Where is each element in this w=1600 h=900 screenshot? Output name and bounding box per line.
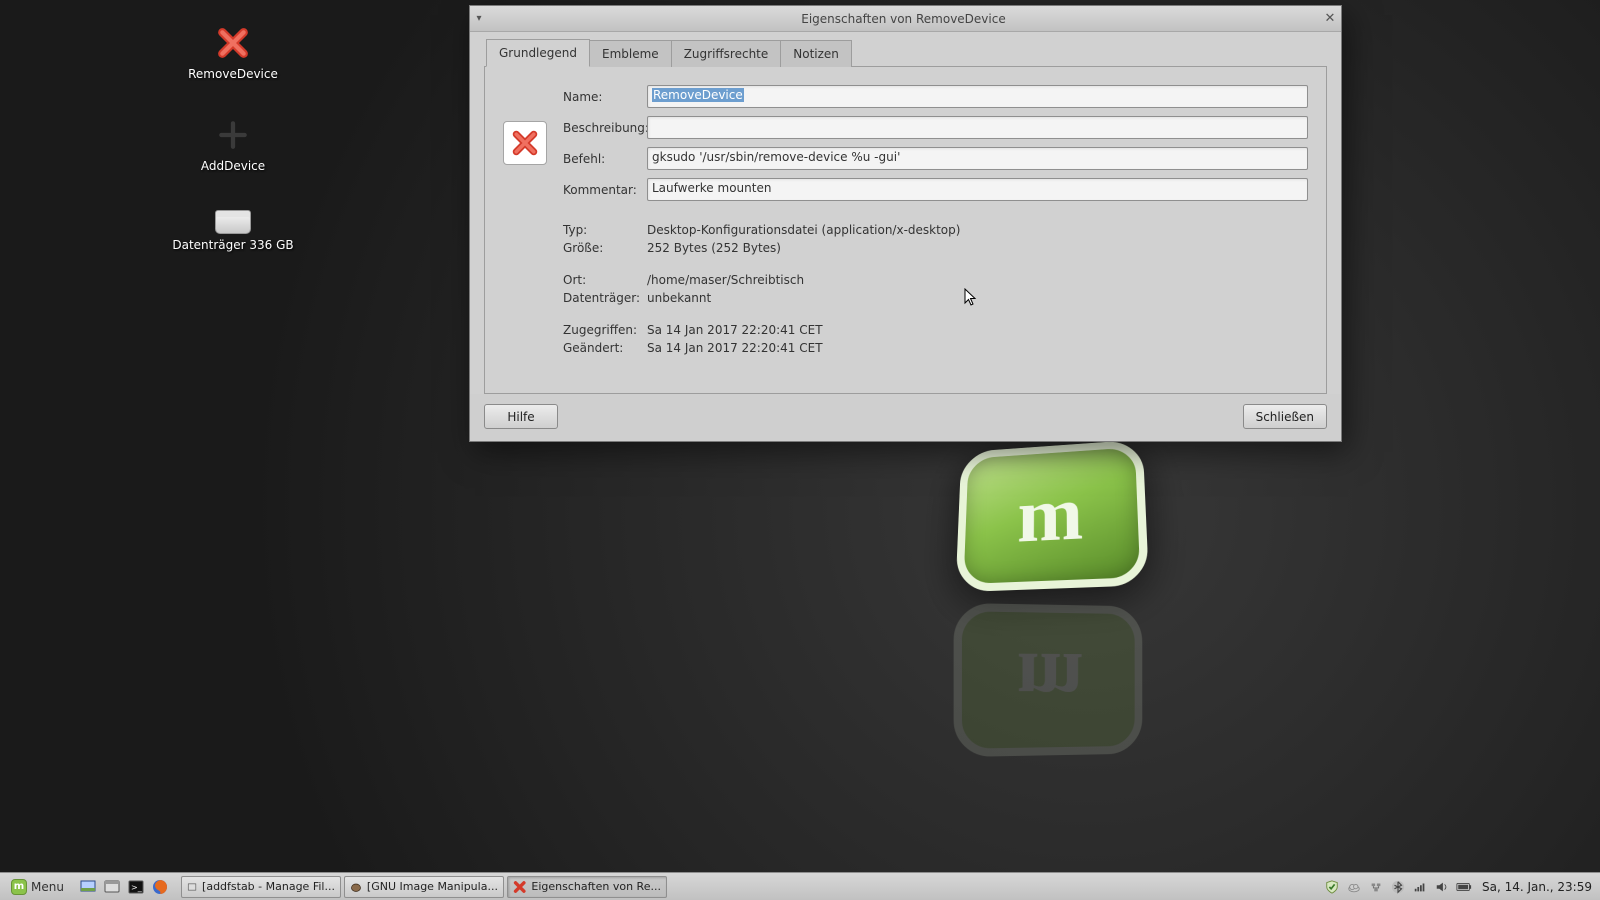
value-accessed: Sa 14 Jan 2017 22:20:41 CET bbox=[647, 323, 823, 337]
tab-basic[interactable]: Grundlegend bbox=[486, 39, 590, 67]
tab-strip: Grundlegend Embleme Zugriffsrechte Notiz… bbox=[486, 38, 1327, 66]
terminal-launcher[interactable]: >_ bbox=[125, 876, 147, 898]
name-input[interactable]: RemoveDevice bbox=[647, 85, 1308, 108]
desktop-icon-removedevice[interactable]: RemoveDevice bbox=[168, 26, 298, 81]
label-command: Befehl: bbox=[563, 152, 647, 166]
desktop-icon-label: RemoveDevice bbox=[188, 67, 278, 81]
titlebar[interactable]: ▾ Eigenschaften von RemoveDevice ✕ bbox=[470, 6, 1341, 32]
mint-logo-icon: m bbox=[11, 879, 27, 895]
value-volume: unbekannt bbox=[647, 291, 711, 305]
tab-content-basic: Name: RemoveDevice Beschreibung: Befehl:… bbox=[484, 66, 1327, 394]
description-input[interactable] bbox=[647, 116, 1308, 139]
comment-input[interactable]: Laufwerke mounten bbox=[647, 178, 1308, 201]
value-size: 252 Bytes (252 Bytes) bbox=[647, 241, 781, 255]
desktop[interactable]: m m RemoveDevice AddDevice Datenträger 3… bbox=[0, 0, 1600, 872]
value-modified: Sa 14 Jan 2017 22:20:41 CET bbox=[647, 341, 823, 355]
label-accessed: Zugegriffen: bbox=[563, 323, 647, 337]
task-list: [addfstab - Manage Fil... [GNU Image Man… bbox=[181, 876, 667, 898]
desktop-icon-label: Datenträger 336 GB bbox=[172, 238, 293, 252]
desktop-icon-drive[interactable]: Datenträger 336 GB bbox=[168, 210, 298, 252]
task-label: [addfstab - Manage Fil... bbox=[202, 880, 335, 893]
remove-icon bbox=[511, 129, 539, 157]
gimp-icon bbox=[350, 880, 362, 894]
label-modified: Geändert: bbox=[563, 341, 647, 355]
taskbar: m Menu >_ [addfstab - Manage Fil... [GNU bbox=[0, 872, 1600, 900]
cloud-icon[interactable] bbox=[1346, 879, 1362, 895]
label-size: Größe: bbox=[563, 241, 647, 255]
desktop-icon-label: AddDevice bbox=[201, 159, 265, 173]
help-button[interactable]: Hilfe bbox=[484, 404, 558, 429]
task-addfstab[interactable]: [addfstab - Manage Fil... bbox=[181, 876, 341, 898]
network-icon[interactable] bbox=[1368, 879, 1384, 895]
launcher-icon-button[interactable] bbox=[503, 121, 547, 165]
close-button[interactable]: ✕ bbox=[1319, 11, 1341, 26]
file-manager-launcher[interactable] bbox=[101, 876, 123, 898]
remove-icon bbox=[216, 26, 250, 63]
show-desktop-button[interactable] bbox=[77, 876, 99, 898]
remove-icon bbox=[513, 880, 526, 894]
start-menu-label: Menu bbox=[31, 880, 64, 894]
label-location: Ort: bbox=[563, 273, 647, 287]
start-menu-button[interactable]: m Menu bbox=[4, 876, 71, 898]
command-input[interactable]: gksudo '/usr/sbin/remove-device %u -gui' bbox=[647, 147, 1308, 170]
terminal-icon: >_ bbox=[128, 879, 144, 895]
task-properties[interactable]: Eigenschaften von Re... bbox=[507, 876, 667, 898]
tab-notes[interactable]: Notizen bbox=[780, 40, 852, 67]
value-location: /home/maser/Schreibtisch bbox=[647, 273, 804, 287]
window-menu-button[interactable]: ▾ bbox=[470, 13, 488, 24]
add-icon bbox=[216, 118, 250, 155]
properties-window: ▾ Eigenschaften von RemoveDevice ✕ Grund… bbox=[469, 5, 1342, 442]
system-tray: Sa, 14. Jan., 23:59 bbox=[1324, 879, 1592, 895]
drive-icon bbox=[215, 210, 251, 234]
label-description: Beschreibung: bbox=[563, 121, 647, 135]
wifi-icon[interactable] bbox=[1412, 879, 1428, 895]
close-dialog-button[interactable]: Schließen bbox=[1243, 404, 1327, 429]
firefox-launcher[interactable] bbox=[149, 876, 171, 898]
desktop-icon-adddevice[interactable]: AddDevice bbox=[168, 118, 298, 173]
tab-permissions[interactable]: Zugriffsrechte bbox=[671, 40, 782, 67]
file-manager-icon bbox=[104, 879, 120, 895]
desktop-icon bbox=[80, 879, 96, 895]
label-volume: Datenträger: bbox=[563, 291, 647, 305]
bluetooth-icon[interactable] bbox=[1390, 879, 1406, 895]
clock[interactable]: Sa, 14. Jan., 23:59 bbox=[1482, 880, 1592, 894]
app-icon bbox=[187, 880, 197, 894]
wallpaper-logo-reflection: m bbox=[954, 603, 1171, 757]
label-name: Name: bbox=[563, 90, 647, 104]
firefox-icon bbox=[152, 879, 168, 895]
shield-icon[interactable] bbox=[1324, 879, 1340, 895]
volume-icon[interactable] bbox=[1434, 879, 1450, 895]
label-comment: Kommentar: bbox=[563, 183, 647, 197]
task-label: Eigenschaften von Re... bbox=[531, 880, 661, 893]
tab-emblems[interactable]: Embleme bbox=[589, 40, 672, 67]
value-type: Desktop-Konfigurationsdatei (application… bbox=[647, 223, 960, 237]
label-type: Typ: bbox=[563, 223, 647, 237]
svg-text:>_: >_ bbox=[131, 883, 143, 892]
window-title: Eigenschaften von RemoveDevice bbox=[488, 12, 1319, 26]
wallpaper-logo: m bbox=[955, 440, 1175, 610]
task-gimp[interactable]: [GNU Image Manipula... bbox=[344, 876, 504, 898]
battery-icon[interactable] bbox=[1456, 879, 1472, 895]
task-label: [GNU Image Manipula... bbox=[367, 880, 498, 893]
